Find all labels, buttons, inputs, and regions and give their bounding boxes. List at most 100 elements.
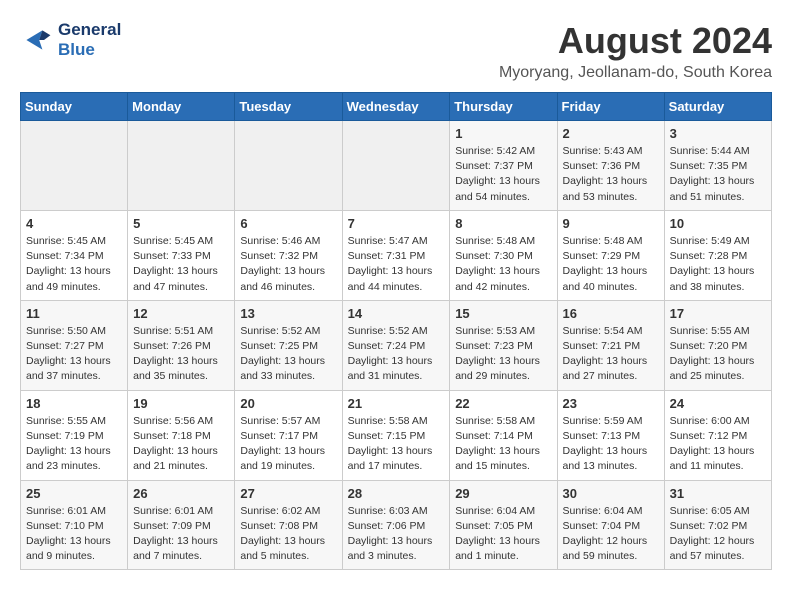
day-info: Sunrise: 5:55 AMSunset: 7:19 PMDaylight:… [26,414,122,475]
day-info: Sunrise: 5:48 AMSunset: 7:29 PMDaylight:… [563,234,659,295]
day-info: Sunrise: 5:44 AMSunset: 7:35 PMDaylight:… [670,144,766,205]
day-info: Sunrise: 6:03 AMSunset: 7:06 PMDaylight:… [348,504,445,565]
day-number: 28 [348,486,445,501]
day-number: 1 [455,126,551,141]
logo: General Blue [20,20,121,60]
calendar-cell: 27 Sunrise: 6:02 AMSunset: 7:08 PMDayligh… [235,480,342,570]
day-number: 26 [133,486,229,501]
day-number: 21 [348,396,445,411]
calendar-week-5: 25 Sunrise: 6:01 AMSunset: 7:10 PMDayligh… [21,480,772,570]
day-number: 27 [240,486,336,501]
day-number: 12 [133,306,229,321]
calendar-cell: 2 Sunrise: 5:43 AMSunset: 7:36 PMDaylight… [557,121,664,211]
day-number: 13 [240,306,336,321]
calendar-cell: 25 Sunrise: 6:01 AMSunset: 7:10 PMDayligh… [21,480,128,570]
day-number: 20 [240,396,336,411]
title-block: August 2024 Myoryang, Jeollanam-do, Sout… [499,20,772,82]
calendar-week-4: 18Sunrise: 5:55 AMSunset: 7:19 PMDayligh… [21,390,772,480]
day-number: 15 [455,306,551,321]
day-number: 16 [563,306,659,321]
calendar-cell: 21 Sunrise: 5:58 AMSunset: 7:15 PMDayligh… [342,390,450,480]
day-number: 23 [563,396,659,411]
calendar-cell: 6Sunrise: 5:46 AMSunset: 7:32 PMDaylight… [235,210,342,300]
day-info: Sunrise: 5:55 AMSunset: 7:20 PMDaylight:… [670,324,766,385]
calendar-cell: 18Sunrise: 5:55 AMSunset: 7:19 PMDayligh… [21,390,128,480]
calendar-cell: 14Sunrise: 5:52 AMSunset: 7:24 PMDayligh… [342,300,450,390]
day-number: 4 [26,216,122,231]
calendar-week-1: 1Sunrise: 5:42 AMSunset: 7:37 PMDaylight… [21,121,772,211]
day-number: 19 [133,396,229,411]
calendar-cell: 17 Sunrise: 5:55 AMSunset: 7:20 PMDayligh… [664,300,771,390]
day-info: Sunrise: 5:43 AMSunset: 7:36 PMDaylight:… [563,144,659,205]
page-header: General Blue August 2024 Myoryang, Jeoll… [20,20,772,82]
header-day-sunday: Sunday [21,93,128,121]
month-year: August 2024 [499,20,772,62]
header-day-thursday: Thursday [450,93,557,121]
day-number: 31 [670,486,766,501]
day-info: Sunrise: 5:45 AMSunset: 7:34 PMDaylight:… [26,234,122,295]
calendar-cell: 15 Sunrise: 5:53 AMSunset: 7:23 PMDayligh… [450,300,557,390]
day-info: Sunrise: 6:04 AMSunset: 7:04 PMDaylight:… [563,504,659,565]
header-day-tuesday: Tuesday [235,93,342,121]
calendar-cell: 24 Sunrise: 6:00 AMSunset: 7:12 PMDayligh… [664,390,771,480]
day-info: Sunrise: 6:01 AMSunset: 7:10 PMDaylight:… [26,504,122,565]
calendar-cell: 9Sunrise: 5:48 AMSunset: 7:29 PMDaylight… [557,210,664,300]
day-info: Sunrise: 5:47 AMSunset: 7:31 PMDaylight:… [348,234,445,295]
day-number: 25 [26,486,122,501]
day-info: Sunrise: 5:48 AMSunset: 7:30 PMDaylight:… [455,234,551,295]
day-number: 30 [563,486,659,501]
calendar-week-2: 4 Sunrise: 5:45 AMSunset: 7:34 PMDaylight… [21,210,772,300]
day-info: Sunrise: 5:53 AMSunset: 7:23 PMDaylight:… [455,324,551,385]
calendar-cell: 13 Sunrise: 5:52 AMSunset: 7:25 PMDayligh… [235,300,342,390]
location: Myoryang, Jeollanam-do, South Korea [499,64,772,82]
day-info: Sunrise: 5:58 AMSunset: 7:14 PMDaylight:… [455,414,551,475]
calendar-cell: 23 Sunrise: 5:59 AMSunset: 7:13 PMDayligh… [557,390,664,480]
header-row: SundayMondayTuesdayWednesdayThursdayFrid… [21,93,772,121]
day-info: Sunrise: 5:52 AMSunset: 7:25 PMDaylight:… [240,324,336,385]
day-number: 10 [670,216,766,231]
calendar-cell: 1Sunrise: 5:42 AMSunset: 7:37 PMDaylight… [450,121,557,211]
day-info: Sunrise: 6:00 AMSunset: 7:12 PMDaylight:… [670,414,766,475]
day-info: Sunrise: 5:51 AMSunset: 7:26 PMDaylight:… [133,324,229,385]
header-day-wednesday: Wednesday [342,93,450,121]
header-day-saturday: Saturday [664,93,771,121]
day-info: Sunrise: 5:50 AMSunset: 7:27 PMDaylight:… [26,324,122,385]
day-info: Sunrise: 5:58 AMSunset: 7:15 PMDaylight:… [348,414,445,475]
header-day-friday: Friday [557,93,664,121]
calendar-cell: 22 Sunrise: 5:58 AMSunset: 7:14 PMDayligh… [450,390,557,480]
calendar-cell [128,121,235,211]
day-info: Sunrise: 5:52 AMSunset: 7:24 PMDaylight:… [348,324,445,385]
day-number: 6 [240,216,336,231]
day-number: 8 [455,216,551,231]
calendar-cell: 20 Sunrise: 5:57 AMSunset: 7:17 PMDayligh… [235,390,342,480]
day-info: Sunrise: 6:04 AMSunset: 7:05 PMDaylight:… [455,504,551,565]
day-info: Sunrise: 5:57 AMSunset: 7:17 PMDaylight:… [240,414,336,475]
day-number: 11 [26,306,122,321]
calendar-cell: 8 Sunrise: 5:48 AMSunset: 7:30 PMDaylight… [450,210,557,300]
calendar-cell [235,121,342,211]
calendar-cell: 26Sunrise: 6:01 AMSunset: 7:09 PMDayligh… [128,480,235,570]
day-number: 3 [670,126,766,141]
calendar-body: 1Sunrise: 5:42 AMSunset: 7:37 PMDaylight… [21,121,772,570]
day-number: 17 [670,306,766,321]
calendar-cell: 10 Sunrise: 5:49 AMSunset: 7:28 PMDayligh… [664,210,771,300]
calendar-cell [21,121,128,211]
calendar-cell: 30 Sunrise: 6:04 AMSunset: 7:04 PMDayligh… [557,480,664,570]
day-info: Sunrise: 5:49 AMSunset: 7:28 PMDaylight:… [670,234,766,295]
calendar-cell: 7 Sunrise: 5:47 AMSunset: 7:31 PMDaylight… [342,210,450,300]
day-number: 7 [348,216,445,231]
day-info: Sunrise: 5:59 AMSunset: 7:13 PMDaylight:… [563,414,659,475]
day-number: 24 [670,396,766,411]
calendar-cell: 31Sunrise: 6:05 AMSunset: 7:02 PMDayligh… [664,480,771,570]
calendar-cell [342,121,450,211]
calendar-cell: 28 Sunrise: 6:03 AMSunset: 7:06 PMDayligh… [342,480,450,570]
calendar-cell: 12 Sunrise: 5:51 AMSunset: 7:26 PMDayligh… [128,300,235,390]
day-number: 22 [455,396,551,411]
calendar-header: SundayMondayTuesdayWednesdayThursdayFrid… [21,93,772,121]
day-info: Sunrise: 6:02 AMSunset: 7:08 PMDaylight:… [240,504,336,565]
day-info: Sunrise: 5:54 AMSunset: 7:21 PMDaylight:… [563,324,659,385]
calendar-week-3: 11 Sunrise: 5:50 AMSunset: 7:27 PMDayligh… [21,300,772,390]
day-number: 2 [563,126,659,141]
day-info: Sunrise: 5:56 AMSunset: 7:18 PMDaylight:… [133,414,229,475]
calendar-cell: 16 Sunrise: 5:54 AMSunset: 7:21 PMDayligh… [557,300,664,390]
